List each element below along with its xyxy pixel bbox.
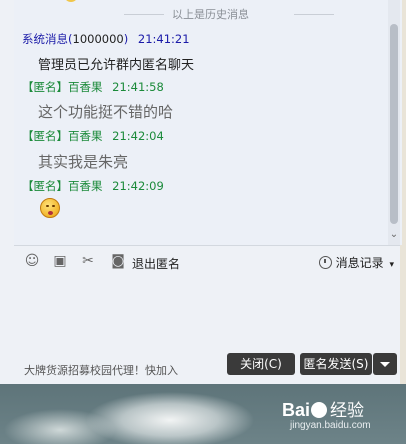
window-footer: 大牌货源招募校园代理！快加入 关闭(C) 匿名发送(S) xyxy=(0,350,400,384)
divider-line xyxy=(124,14,164,15)
image-icon[interactable]: ▣ xyxy=(52,253,68,269)
message-header: 系统消息(1000000) 21:41:21 xyxy=(22,32,190,46)
baidu-jingyan-watermark: Bai 经验 jingyan.baidu.com xyxy=(282,396,371,431)
input-toolbar: ☺ ▣ ✂ ◙ 退出匿名 消息记录 ▾ xyxy=(14,245,400,276)
chat-window: 以上是历史消息 系统消息(1000000) 21:41:21 管理员已允许群内匿… xyxy=(0,0,402,384)
anonymous-mask-icon[interactable]: ◙ xyxy=(110,253,126,269)
clock-icon xyxy=(318,256,332,269)
watermark-logo-text: Bai xyxy=(282,400,311,420)
watermark-url: jingyan.baidu.com xyxy=(290,420,371,431)
message-time: 21:41:58 xyxy=(112,80,164,94)
send-options-button[interactable] xyxy=(373,353,397,375)
exit-anonymous-button[interactable]: 退出匿名 xyxy=(132,255,180,272)
scrollbar-thumb[interactable] xyxy=(390,24,398,224)
message-history-button[interactable]: 消息记录 ▾ xyxy=(318,254,394,271)
paw-icon xyxy=(311,402,328,418)
message-text: 其实我是朱亮 xyxy=(38,153,129,171)
ad-link[interactable]: 大牌货源招募校园代理！快加入 xyxy=(24,362,178,378)
avatar-fragment xyxy=(64,0,78,2)
close-button[interactable]: 关闭(C) xyxy=(227,353,295,375)
message-header: 【匿名】百香果 21:42:09 xyxy=(22,178,164,194)
history-divider: 以上是历史消息 xyxy=(14,6,386,22)
chevron-down-icon: ▾ xyxy=(389,260,394,270)
scissors-icon[interactable]: ✂ xyxy=(80,253,96,269)
message-time: 21:42:04 xyxy=(112,129,164,143)
anonymous-send-button[interactable]: 匿名发送(S) xyxy=(300,353,372,375)
watermark-logo-cn: 经验 xyxy=(330,401,365,421)
message-time: 21:42:09 xyxy=(112,179,164,193)
emoji-kiss-icon xyxy=(40,198,60,218)
scroll-down-icon[interactable]: ⌄ xyxy=(388,229,400,241)
history-divider-label: 以上是历史消息 xyxy=(172,8,249,21)
message-header: 【匿名】百香果 21:42:04 xyxy=(22,128,164,144)
message-text: 管理员已允许群内匿名聊天 xyxy=(38,58,195,73)
sender-name[interactable]: 【匿名】百香果 xyxy=(22,129,103,143)
sender-name[interactable]: 系统消息 xyxy=(22,32,68,46)
message-text: 这个功能挺不错的哈 xyxy=(38,103,174,121)
message-history-label: 消息记录 xyxy=(335,256,384,270)
sender-name[interactable]: 【匿名】百香果 xyxy=(22,179,103,193)
message-time: 21:41:21 xyxy=(137,32,190,46)
sender-name[interactable]: 【匿名】百香果 xyxy=(22,80,103,94)
message-header: 【匿名】百香果 21:41:58 xyxy=(22,79,164,95)
divider-line xyxy=(294,14,334,15)
sender-id-link[interactable]: 1000000 xyxy=(73,32,124,46)
message-input[interactable] xyxy=(14,275,400,351)
message-list: 以上是历史消息 系统消息(1000000) 21:41:21 管理员已允许群内匿… xyxy=(14,0,402,245)
smiley-icon[interactable]: ☺ xyxy=(24,253,40,269)
